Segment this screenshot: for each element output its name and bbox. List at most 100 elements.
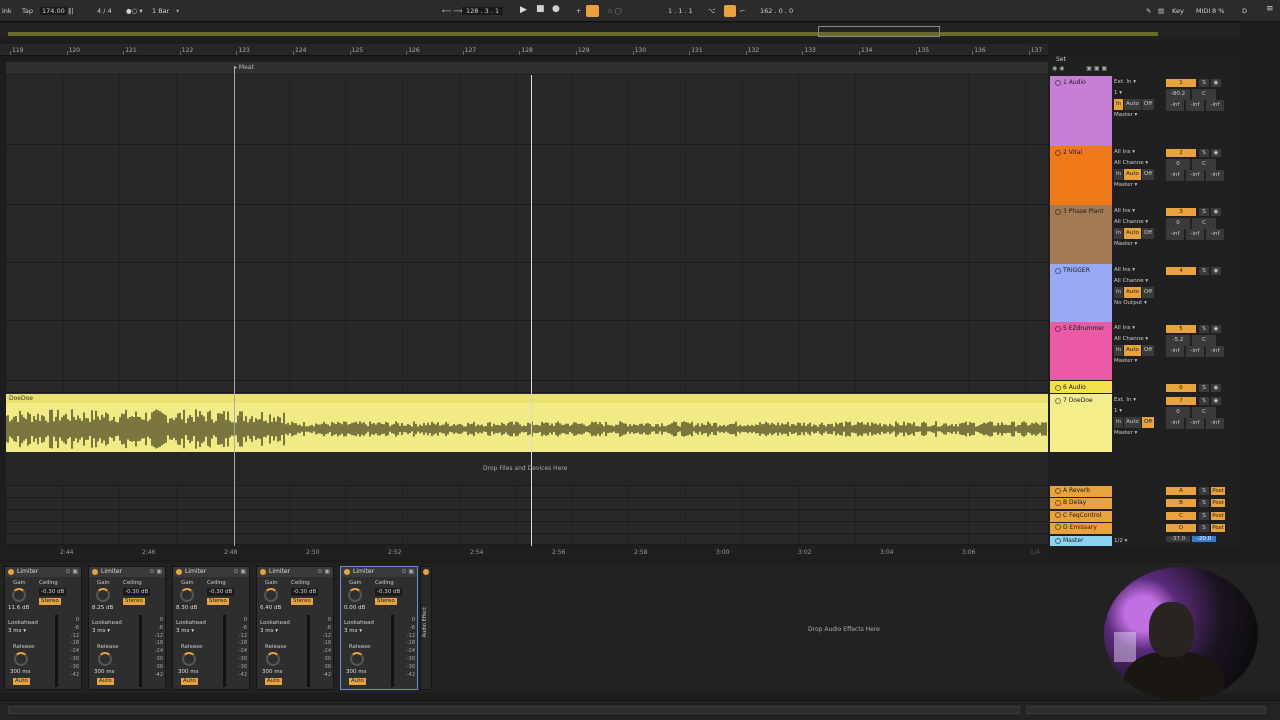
play-icon[interactable]: ▶ xyxy=(520,5,527,15)
monitor-off-button[interactable]: Off xyxy=(1141,99,1155,110)
input-type-dropdown[interactable]: All Ins ▾ xyxy=(1114,147,1164,158)
auto-release-toggle[interactable]: Auto xyxy=(349,678,366,685)
gain-knob[interactable] xyxy=(96,588,110,602)
input-type-dropdown[interactable]: Ext. In ▾ xyxy=(1114,395,1164,406)
arm-icon[interactable]: ◉ xyxy=(1211,208,1221,216)
ceiling-field[interactable]: -0.30 dB xyxy=(375,588,403,596)
monitor-off-button[interactable]: Off xyxy=(1141,169,1155,180)
return-lane[interactable] xyxy=(6,510,1048,522)
release-knob[interactable] xyxy=(182,652,196,666)
cue-dropdown[interactable]: 1/2 ▾ xyxy=(1114,536,1164,547)
return-track-header[interactable]: A Reverb xyxy=(1050,486,1112,497)
track-header[interactable]: TRIGGER xyxy=(1050,264,1112,322)
volume-field[interactable]: 0 xyxy=(1166,407,1190,418)
arm-icon[interactable]: ◉ xyxy=(1211,267,1221,275)
return-letter-button[interactable]: C xyxy=(1166,511,1196,520)
beat-time-ruler[interactable]: 119 120 121 122 123 124 125 126 127 128 129 130 131 1… xyxy=(0,44,1048,56)
limiter-device[interactable]: Limiter ⊙ ▣ Gain 0.00 dB Ceiling -0.30 dB Ster… xyxy=(340,566,418,690)
loop-start-field[interactable]: 1 . 1 . 1 xyxy=(668,7,693,15)
send-field[interactable]: -inf xyxy=(1166,346,1184,357)
track-number-button[interactable]: 3 xyxy=(1166,208,1196,216)
monitor-in-button[interactable]: In xyxy=(1114,287,1124,298)
monitor-off-button[interactable]: Off xyxy=(1141,417,1155,428)
device-controls-icon[interactable]: ⊙ ▣ xyxy=(233,567,246,577)
input-channel-dropdown[interactable]: All Channe ▾ xyxy=(1114,217,1164,228)
right-scroll-strip[interactable] xyxy=(1240,23,1280,563)
monitor-auto-button[interactable]: Auto xyxy=(1124,287,1141,298)
limiter-device[interactable]: Limiter ⊙ ▣ Gain 8.25 dB Ceiling -0.30 dB Ster… xyxy=(88,566,166,690)
track-header[interactable]: 5 EZdrummer xyxy=(1050,322,1112,380)
track-lane[interactable] xyxy=(6,321,1048,381)
device-controls-icon[interactable]: ⊙ ▣ xyxy=(65,567,78,577)
monitor-off-button[interactable]: Off xyxy=(1141,228,1155,239)
release-knob[interactable] xyxy=(350,652,364,666)
device-controls-icon[interactable]: ⊙ ▣ xyxy=(317,567,330,577)
solo-button[interactable]: S xyxy=(1199,149,1209,157)
punch-out-icon[interactable]: ⌐ xyxy=(740,7,745,15)
send-field[interactable]: -inf xyxy=(1186,229,1204,240)
monitor-off-button[interactable]: Off xyxy=(1141,345,1155,356)
locator-meat[interactable]: ▸ Meat xyxy=(234,64,254,71)
input-type-dropdown[interactable]: Ext. In ▾ xyxy=(1114,77,1164,88)
locator-bar[interactable] xyxy=(6,62,1048,74)
ceiling-field[interactable]: -0.30 dB xyxy=(39,588,67,596)
input-channel-dropdown[interactable]: All Channe ▾ xyxy=(1114,158,1164,169)
send-field[interactable]: -inf xyxy=(1206,346,1224,357)
send-field[interactable]: -inf xyxy=(1206,229,1224,240)
post-button[interactable]: Post xyxy=(1211,511,1225,520)
auto-release-toggle[interactable]: Auto xyxy=(13,678,30,685)
track-header[interactable]: 2 Vital xyxy=(1050,146,1112,205)
volume-field[interactable]: -5.2 xyxy=(1166,335,1190,346)
send-field[interactable]: -inf xyxy=(1186,170,1204,181)
menu-icon[interactable]: ≡ xyxy=(1266,4,1274,14)
solo-button[interactable]: S xyxy=(1199,523,1209,532)
master-volume-field[interactable]: -37.0 xyxy=(1166,536,1190,542)
release-knob[interactable] xyxy=(98,652,112,666)
send-field[interactable]: -inf xyxy=(1186,100,1204,111)
time-ruler[interactable]: 1/4 2:44 2:46 2:48 2:50 2:52 2:54 2:56 2:58 3:00… xyxy=(0,546,1048,558)
keyboard-icon[interactable]: ▤ xyxy=(1158,7,1164,15)
input-channel-dropdown[interactable]: 1 ▾ xyxy=(1114,88,1164,99)
return-lane[interactable] xyxy=(6,498,1048,510)
monitor-in-button[interactable]: In xyxy=(1114,169,1124,180)
auto-release-toggle[interactable]: Auto xyxy=(97,678,114,685)
track-activator-icon[interactable] xyxy=(1055,384,1061,391)
track-number-button[interactable]: 2 xyxy=(1166,149,1196,157)
input-type-dropdown[interactable]: All Ins ▾ xyxy=(1114,323,1164,334)
monitor-in-button[interactable]: In xyxy=(1114,345,1124,356)
send-field[interactable]: -inf xyxy=(1166,418,1184,429)
track-activator-icon[interactable] xyxy=(1055,512,1061,519)
send-field[interactable]: -inf xyxy=(1166,229,1184,240)
midi-map-button[interactable]: MIDI xyxy=(1196,7,1210,15)
return-letter-button[interactable]: B xyxy=(1166,499,1196,508)
send-field[interactable]: -inf xyxy=(1166,100,1184,111)
track-activator-icon[interactable] xyxy=(1055,208,1061,215)
monitor-in-button[interactable]: In xyxy=(1114,99,1124,110)
device-title[interactable]: Limiter ⊙ ▣ xyxy=(173,567,249,577)
gain-knob[interactable] xyxy=(12,588,26,602)
limiter-device[interactable]: Limiter ⊙ ▣ Gain 8.30 dB Ceiling -0.30 dB Ster… xyxy=(172,566,250,690)
solo-button[interactable]: S xyxy=(1199,267,1209,275)
link-button[interactable]: ink xyxy=(2,7,12,15)
stereo-toggle[interactable]: Stereo xyxy=(291,598,313,605)
arm-icon[interactable]: ◉ xyxy=(1211,384,1221,392)
master-track-header[interactable]: Master xyxy=(1050,536,1112,546)
track-lane[interactable] xyxy=(6,145,1048,205)
input-type-dropdown[interactable]: All Ins ▾ xyxy=(1114,206,1164,217)
arm-icon[interactable]: ◉ xyxy=(1211,397,1221,405)
track-lane[interactable] xyxy=(6,381,1048,393)
release-knob[interactable] xyxy=(266,652,280,666)
stop-icon[interactable]: ■ xyxy=(536,4,545,14)
send-field[interactable]: -inf xyxy=(1166,170,1184,181)
limiter-device[interactable]: Limiter ⊙ ▣ Gain 6.40 dB Ceiling -0.30 dB Ster… xyxy=(256,566,334,690)
return-track-header[interactable]: B Delay xyxy=(1050,498,1112,510)
solo-button[interactable]: S xyxy=(1199,208,1209,216)
output-dropdown[interactable]: No Output ▾ xyxy=(1114,298,1164,309)
monitor-off-button[interactable]: Off xyxy=(1141,287,1155,298)
gain-knob[interactable] xyxy=(348,588,362,602)
status-field[interactable] xyxy=(8,706,1020,714)
lookahead-dropdown[interactable]: 3 ms ▾ xyxy=(344,628,362,634)
device-controls-icon[interactable]: ⊙ ▣ xyxy=(401,567,414,577)
track-lane[interactable] xyxy=(6,75,1048,145)
monitor-auto-button[interactable]: Auto xyxy=(1124,169,1141,180)
